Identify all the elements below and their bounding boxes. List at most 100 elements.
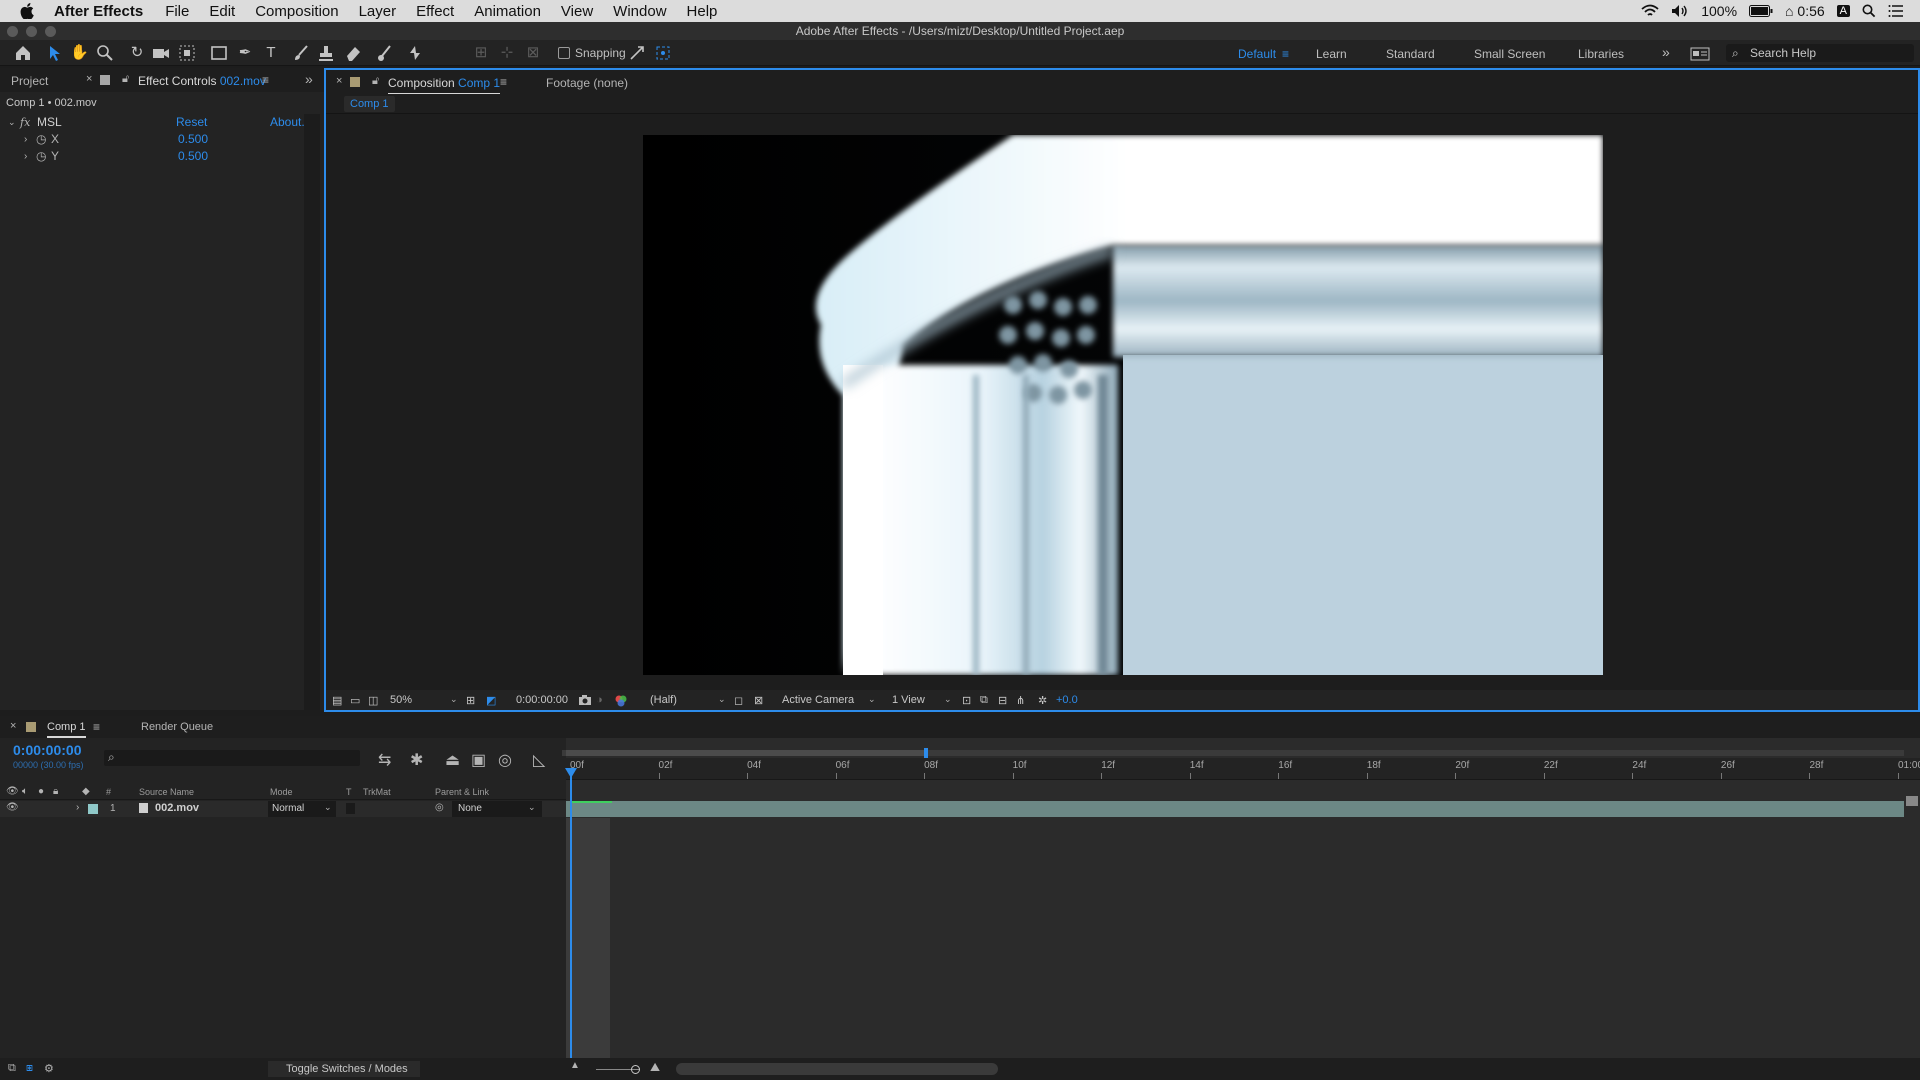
world-axis-icon[interactable]: ⊹ [498,44,516,62]
panel-menu-icon[interactable]: ≡ [262,73,269,87]
expand-panels-icon[interactable]: » [305,71,313,87]
mask-visibility-icon[interactable]: ◩ [486,694,496,707]
spotlight-icon[interactable] [1862,4,1876,18]
tab-composition[interactable]: Composition Comp 1 [388,76,501,95]
expand-arrow-icon[interactable]: › [24,131,27,148]
tab-project[interactable]: Project [11,74,48,88]
close-tab-icon[interactable]: × [10,720,16,732]
solo-switch-icon[interactable]: ● [38,786,44,797]
app-menu[interactable]: After Effects [54,3,155,20]
brush-tool-icon[interactable] [292,44,310,62]
reset-exposure-icon[interactable]: ✲ [1038,694,1047,707]
always-preview-icon[interactable]: ▤ [332,694,342,707]
menu-edit[interactable]: Edit [199,3,245,20]
motion-blur-icon[interactable]: ◎ [498,750,512,770]
menu-view[interactable]: View [551,3,603,20]
layer-row[interactable]: 👁︎ › 1 002.mov Normal ⌄ ◎ None ⌄ [0,801,566,817]
preserve-transparency-box[interactable] [346,803,355,814]
workspace-menu-icon[interactable]: ≡ [1282,47,1289,61]
graph-editor-icon[interactable]: ◺ [533,750,545,770]
tab-effect-controls[interactable]: Effect Controls 002.mov [138,74,266,88]
layer-name[interactable]: 002.mov [155,802,199,814]
param-x-value[interactable]: 0.500 [178,131,208,148]
toggle-switches-modes-button[interactable]: Toggle Switches / Modes [268,1061,420,1077]
layer-duration-bar[interactable] [566,801,1904,817]
fx-icon[interactable]: fx [20,114,30,131]
rectangle-tool-icon[interactable] [210,44,228,62]
region-of-interest-icon[interactable]: ◻ [734,694,743,707]
color-channel-icon[interactable] [614,694,628,708]
expand-arrow-icon[interactable]: › [76,802,79,813]
workspace-layout-icon[interactable] [1690,47,1710,61]
frame-blending-icon[interactable]: ▣ [471,750,486,770]
fast-previews-icon[interactable]: ⧉ [980,694,988,707]
effect-reset-button[interactable]: Reset [176,114,207,131]
type-tool-icon[interactable]: T [262,44,280,62]
snap-edges-icon[interactable] [654,44,672,62]
monitor-icon[interactable]: ▭ [350,694,360,707]
exposure-value[interactable]: +0.0 [1056,694,1078,706]
view-axis-icon[interactable]: ⊠ [524,44,542,62]
close-window-button[interactable] [7,26,18,37]
zoom-in-icon[interactable]: ⛰ [650,1060,660,1075]
zoom-slider-thumb[interactable] [631,1065,640,1074]
search-help-field[interactable]: ⌕ Search Help [1726,44,1914,62]
tab-timeline-comp[interactable]: Comp 1 [47,721,86,738]
zoom-window-button[interactable] [45,26,56,37]
pen-tool-icon[interactable]: ✒ [236,44,254,62]
collapse-arrow-icon[interactable]: ⌄ [8,114,16,131]
work-area-end-handle[interactable] [924,748,928,758]
zoom-out-icon[interactable]: ▲ [570,1060,580,1071]
panel-menu-icon[interactable]: ≡ [500,75,507,89]
lock-switch-icon[interactable]: 🔒︎ [53,786,58,797]
eraser-tool-icon[interactable] [344,44,362,62]
selection-tool-icon[interactable] [46,44,64,62]
playhead-handle[interactable] [565,768,577,778]
clone-stamp-tool-icon[interactable] [317,44,335,62]
transparency-grid-icon[interactable]: ⊠ [754,694,763,707]
audio-switch-icon[interactable]: 🔈︎ [22,786,28,797]
pickwhip-icon[interactable]: ◎ [435,802,444,813]
show-snapshot-icon[interactable]: ◑ [596,694,603,706]
eye-icon[interactable]: 👁︎ [6,802,19,813]
comp-mini-flowchart-icon[interactable]: ⇆ [378,750,391,770]
work-area-range[interactable] [566,750,926,756]
layer-search-input[interactable]: ⌕ [104,750,360,766]
comp-end-marker[interactable] [1906,796,1918,806]
rotation-tool-icon[interactable]: ↻ [128,44,146,62]
puppet-tool-icon[interactable] [406,44,424,62]
video-switch-icon[interactable]: 👁︎ [6,786,19,797]
timeline-icon[interactable]: ⊟ [998,694,1007,707]
layer-label-color[interactable] [88,804,98,814]
column-source-name[interactable]: Source Name [139,787,194,797]
stopwatch-icon[interactable]: ◷ [36,148,46,165]
chevron-down-icon[interactable]: ⌄ [868,694,876,705]
flowchart-icon[interactable]: ⋔ [1016,694,1025,707]
workspace-small-screen[interactable]: Small Screen [1474,47,1545,61]
current-time-display[interactable]: 0:00:00:00 [516,694,568,706]
apple-icon[interactable] [0,3,54,19]
menu-animation[interactable]: Animation [464,3,551,20]
pan-behind-tool-icon[interactable] [178,44,196,62]
vr-icon[interactable]: ◫ [368,694,378,707]
local-axis-icon[interactable]: ⊞ [472,44,490,62]
time-ruler[interactable]: 00f 02f 04f 06f 08f 10f 12f 14f 16f 18f 20f 22f 24f 2… [566,758,1920,780]
chevron-down-icon[interactable]: ⌄ [718,694,726,705]
volume-icon[interactable] [1671,4,1689,18]
in-out-icon[interactable]: ⚙ [44,1062,54,1075]
more-workspaces-icon[interactable]: » [1662,44,1670,60]
resolution-dropdown[interactable]: (Half) [650,694,677,706]
snapshot-icon[interactable] [578,694,592,706]
notification-center-icon[interactable] [1888,5,1904,17]
zoom-tool-icon[interactable] [96,44,114,62]
close-tab-icon[interactable]: × [86,73,92,85]
composition-viewer[interactable] [643,135,1603,675]
timeline-graph[interactable]: 00f 02f 04f 06f 08f 10f 12f 14f 16f 18f 20f 22f 24f 2… [562,738,1920,1058]
menu-file[interactable]: File [155,3,199,20]
camera-view-dropdown[interactable]: Active Camera [782,694,854,706]
layer-mode-dropdown[interactable]: Normal ⌄ [268,801,336,817]
current-time-timecode[interactable]: 0:00:00:00 [13,742,82,758]
workspace-standard[interactable]: Standard [1386,47,1435,61]
shy-layers-icon[interactable]: ⏏ [445,750,460,770]
toggle-pixel-aspect-icon[interactable]: ⊡ [962,694,971,707]
